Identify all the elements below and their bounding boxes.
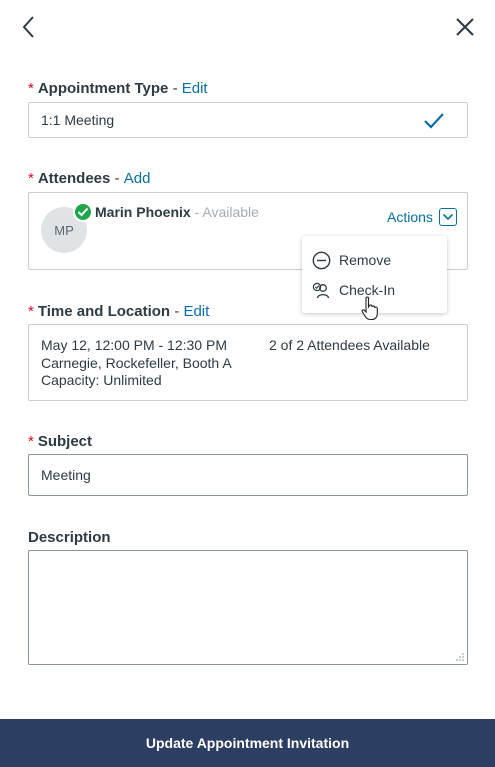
checkmark-icon (424, 113, 444, 129)
actions-label: Actions (387, 209, 433, 225)
attendee-name: Marin Phoenix (95, 204, 191, 220)
edit-appointment-type-link[interactable]: Edit (182, 80, 208, 97)
appointment-type-value: 1:1 Meeting (41, 112, 115, 128)
appointment-capacity: Capacity: Unlimited (41, 372, 162, 388)
subject-input[interactable]: Meeting (28, 454, 468, 496)
subject-value: Meeting (41, 467, 91, 483)
required-mark: * (28, 170, 34, 187)
check-in-icon (312, 282, 330, 298)
menu-item-label: Remove (339, 252, 392, 268)
update-appointment-label: Update Appointment Invitation (145, 735, 350, 751)
time-location-details: May 12, 12:00 PM - 12:30 PM Carnegie, Ro… (41, 337, 232, 390)
appointment-type-label: * Appointment Type - Edit (28, 80, 208, 97)
back-button[interactable] (18, 14, 42, 40)
appointment-location: Carnegie, Rockefeller, Booth A (41, 354, 232, 371)
attendees-title: Attendees (37, 170, 111, 187)
attendee-status: - Available (190, 204, 259, 220)
attendee-name-line: Marin Phoenix - Available (95, 204, 259, 220)
time-location-box: May 12, 12:00 PM - 12:30 PM Carnegie, Ro… (28, 324, 468, 401)
time-location-label: * Time and Location - Edit (28, 303, 209, 320)
appointment-time: May 12, 12:00 PM - 12:30 PM (41, 337, 227, 353)
required-mark: * (28, 80, 34, 97)
time-location-title: Time and Location (37, 303, 171, 320)
chevron-down-icon (438, 208, 457, 226)
edit-time-location-link[interactable]: Edit (183, 303, 209, 320)
minus-circle-icon (312, 251, 331, 269)
hand-cursor-icon (361, 296, 378, 321)
required-mark: * (28, 303, 34, 320)
top-bar (0, 0, 495, 56)
chevron-left-icon (22, 16, 34, 38)
menu-item-remove[interactable]: Remove (312, 248, 440, 272)
subject-label: * Subject (28, 433, 92, 450)
check-circle-icon (73, 202, 93, 222)
separator: - (114, 170, 120, 187)
avatar-initials: MP (54, 222, 74, 238)
appointment-type-title: Appointment Type (37, 80, 169, 97)
description-textarea[interactable] (28, 550, 468, 665)
description-title: Description (28, 529, 111, 546)
separator: - (172, 80, 178, 97)
subject-title: Subject (37, 433, 93, 450)
add-attendee-link[interactable]: Add (124, 170, 151, 187)
close-button[interactable] (452, 14, 478, 40)
separator: - (174, 303, 180, 320)
close-icon (456, 18, 474, 36)
description-label: Description (28, 529, 111, 546)
update-appointment-button[interactable]: Update Appointment Invitation (0, 719, 495, 767)
attendee-availability: 2 of 2 Attendees Available (269, 337, 430, 353)
actions-button[interactable]: Actions (387, 208, 457, 226)
required-mark: * (28, 433, 34, 450)
attendees-label: * Attendees - Add (28, 170, 150, 187)
resize-grip-icon[interactable] (456, 653, 464, 661)
appointment-type-field[interactable]: 1:1 Meeting (28, 102, 468, 138)
